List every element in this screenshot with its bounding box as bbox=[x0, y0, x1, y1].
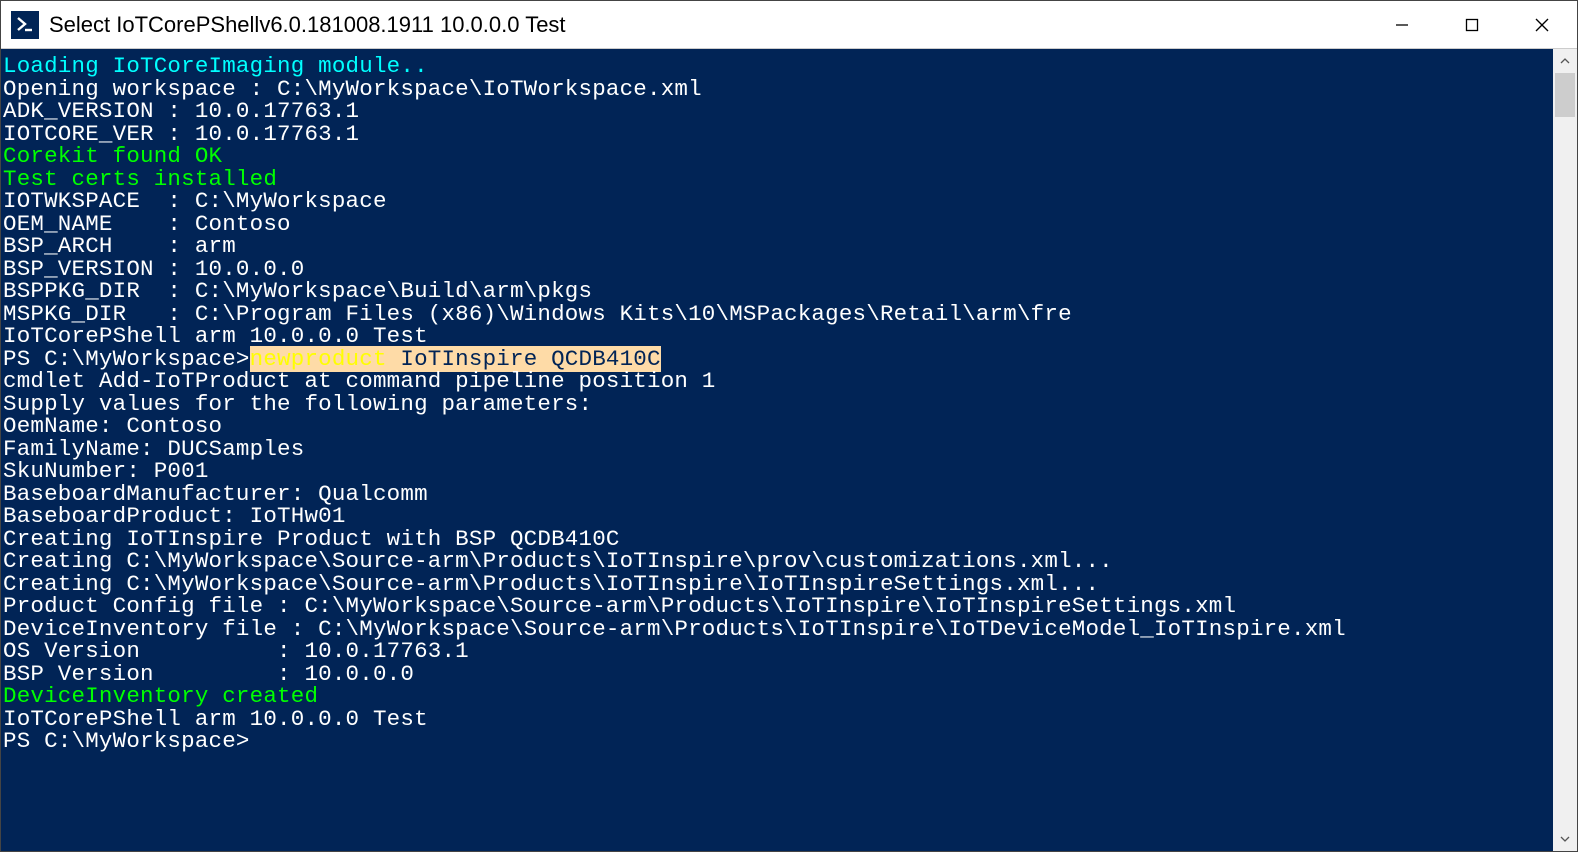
terminal-line: Product Config file : C:\MyWorkspace\Sou… bbox=[3, 595, 1551, 618]
terminal-line: Corekit found OK bbox=[3, 145, 1551, 168]
content-area: Loading IoTCoreImaging module..Opening w… bbox=[1, 49, 1577, 851]
terminal-line: OS Version : 10.0.17763.1 bbox=[3, 640, 1551, 663]
terminal-line: OEM_NAME : Contoso bbox=[3, 213, 1551, 236]
powershell-icon bbox=[11, 11, 39, 39]
terminal-output[interactable]: Loading IoTCoreImaging module..Opening w… bbox=[1, 49, 1553, 851]
titlebar[interactable]: Select IoTCorePShellv6.0.181008.1911 10.… bbox=[1, 1, 1577, 49]
window-frame: Select IoTCorePShellv6.0.181008.1911 10.… bbox=[0, 0, 1578, 852]
terminal-line: ADK_VERSION : 10.0.17763.1 bbox=[3, 100, 1551, 123]
terminal-line: IOTCORE_VER : 10.0.17763.1 bbox=[3, 123, 1551, 146]
scroll-up-arrow-icon[interactable] bbox=[1553, 49, 1577, 73]
terminal-line: IoTCorePShell arm 10.0.0.0 Test bbox=[3, 708, 1551, 731]
terminal-line: BSP_ARCH : arm bbox=[3, 235, 1551, 258]
terminal-line: PS C:\MyWorkspace> bbox=[3, 730, 1551, 753]
terminal-line: BSP Version : 10.0.0.0 bbox=[3, 663, 1551, 686]
vertical-scrollbar[interactable] bbox=[1553, 49, 1577, 851]
maximize-button[interactable] bbox=[1437, 1, 1507, 48]
terminal-line: BaseboardProduct: IoTHw01 bbox=[3, 505, 1551, 528]
terminal-line: DeviceInventory created bbox=[3, 685, 1551, 708]
terminal-line: FamilyName: DUCSamples bbox=[3, 438, 1551, 461]
terminal-line: Loading IoTCoreImaging module.. bbox=[3, 55, 1551, 78]
terminal-line: DeviceInventory file : C:\MyWorkspace\So… bbox=[3, 618, 1551, 641]
window-title: Select IoTCorePShellv6.0.181008.1911 10.… bbox=[49, 12, 1367, 38]
terminal-line: SkuNumber: P001 bbox=[3, 460, 1551, 483]
terminal-line: Creating C:\MyWorkspace\Source-arm\Produ… bbox=[3, 550, 1551, 573]
window-controls bbox=[1367, 1, 1577, 48]
terminal-line: Supply values for the following paramete… bbox=[3, 393, 1551, 416]
scroll-thumb[interactable] bbox=[1555, 73, 1575, 117]
terminal-line: PS C:\MyWorkspace>newproduct IoTInspire … bbox=[3, 348, 1551, 371]
terminal-line: Creating C:\MyWorkspace\Source-arm\Produ… bbox=[3, 573, 1551, 596]
terminal-line: BSPPKG_DIR : C:\MyWorkspace\Build\arm\pk… bbox=[3, 280, 1551, 303]
terminal-line: BSP_VERSION : 10.0.0.0 bbox=[3, 258, 1551, 281]
close-button[interactable] bbox=[1507, 1, 1577, 48]
terminal-line: cmdlet Add-IoTProduct at command pipelin… bbox=[3, 370, 1551, 393]
minimize-button[interactable] bbox=[1367, 1, 1437, 48]
terminal-line: BaseboardManufacturer: Qualcomm bbox=[3, 483, 1551, 506]
scroll-down-arrow-icon[interactable] bbox=[1553, 827, 1577, 851]
terminal-line: IOTWKSPACE : C:\MyWorkspace bbox=[3, 190, 1551, 213]
terminal-line: OemName: Contoso bbox=[3, 415, 1551, 438]
terminal-line: Test certs installed bbox=[3, 168, 1551, 191]
terminal-line: MSPKG_DIR : C:\Program Files (x86)\Windo… bbox=[3, 303, 1551, 326]
terminal-line: IoTCorePShell arm 10.0.0.0 Test bbox=[3, 325, 1551, 348]
terminal-line: Creating IoTInspire Product with BSP QCD… bbox=[3, 528, 1551, 551]
terminal-line: Opening workspace : C:\MyWorkspace\IoTWo… bbox=[3, 78, 1551, 101]
scroll-track[interactable] bbox=[1553, 73, 1577, 827]
